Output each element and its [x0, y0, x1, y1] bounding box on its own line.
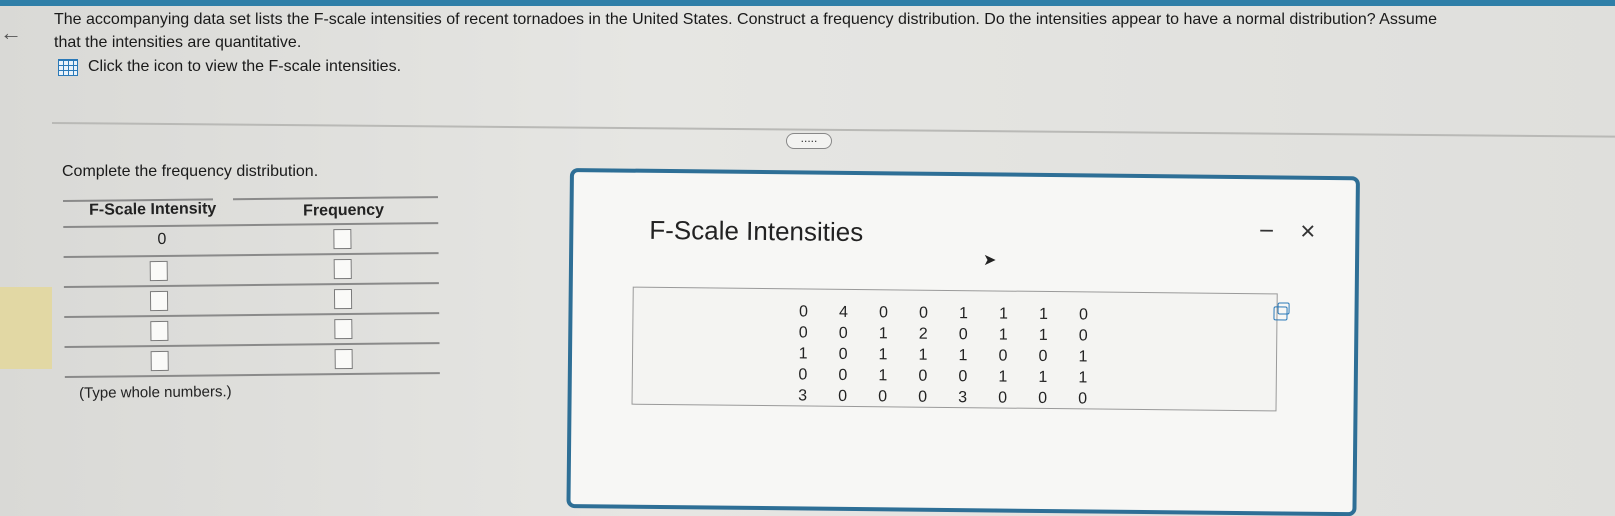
data-value: 0	[1078, 327, 1088, 345]
frequency-input-2[interactable]	[333, 258, 352, 280]
data-value: 0	[958, 326, 968, 344]
data-value: 0	[838, 345, 848, 363]
window-controls: − ×	[1259, 215, 1316, 247]
frequency-input-3[interactable]	[333, 288, 353, 310]
question-text: The accompanying data set lists the F-sc…	[54, 8, 1615, 54]
data-value: 0	[1038, 347, 1048, 366]
data-column: 1 1 0 1 0	[1023, 304, 1064, 409]
intensity-input-2[interactable]	[149, 260, 168, 282]
data-value: 0	[1078, 306, 1089, 324]
data-value: 3	[958, 389, 968, 407]
question-line-2: that the intensities are quantitative.	[54, 34, 302, 51]
data-value: 0	[878, 304, 889, 322]
data-column: 0 1 1 1 0	[863, 302, 904, 407]
data-value: 0	[798, 366, 808, 384]
more-button[interactable]: .....	[786, 132, 832, 149]
data-popup-window: F-Scale Intensities − × 0010340000011100…	[566, 168, 1360, 516]
section-divider	[51, 122, 1615, 138]
grid-table-icon[interactable]	[58, 58, 78, 76]
data-value: 0	[838, 366, 848, 384]
row-label-0: 0	[157, 230, 167, 249]
data-value: 0	[918, 304, 929, 322]
data-value: 0	[918, 367, 928, 385]
side-marker	[0, 287, 52, 369]
data-value: 1	[998, 305, 1009, 323]
data-value: 0	[1078, 390, 1088, 408]
data-value: 1	[998, 368, 1008, 386]
data-value: 1	[998, 326, 1008, 344]
data-value: 1	[878, 325, 888, 343]
data-columns: 0 0 1 0 3 4 0 0 0 0 0 1 1 1 0 0 2 1 0 0 1 0 1 0 3 1 1 0 1 0 1 1 0 1 0 0 0 1 1 0	[783, 301, 1104, 409]
question-line-1: The accompanying data set lists the F-sc…	[54, 11, 1437, 28]
row-rule-1	[63, 252, 439, 258]
view-data-label[interactable]: Click the icon to view the F-scale inten…	[88, 58, 401, 76]
data-column: 1 0 1 0 3	[943, 303, 984, 408]
instruction-text: Complete the frequency distribution.	[62, 163, 319, 180]
frequency-input-4[interactable]	[334, 318, 353, 340]
data-value: 1	[878, 346, 888, 364]
type-whole-numbers-note: (Type whole numbers.)	[78, 383, 232, 402]
data-column: 0 0 1 1 0	[1063, 304, 1104, 409]
mouse-cursor-icon: ➤	[983, 252, 997, 269]
table-header-rule	[63, 222, 439, 228]
data-column: 1 1 0 1 0	[983, 303, 1024, 408]
data-value: 0	[838, 324, 848, 342]
row-rule-2	[63, 282, 439, 288]
row-rule-3	[64, 312, 440, 318]
intensity-input-3[interactable]	[149, 290, 169, 312]
frequency-input-5[interactable]	[334, 348, 353, 370]
table-top-rule-right	[232, 196, 439, 201]
data-value: 1	[1078, 348, 1088, 366]
data-value: 4	[838, 303, 849, 321]
view-data-link[interactable]: Click the icon to view the F-scale inten…	[58, 58, 401, 76]
data-value: 0	[998, 389, 1008, 407]
data-value: 0	[918, 388, 928, 406]
back-arrow-icon[interactable]: ←	[0, 20, 22, 46]
table-bottom-rule	[64, 372, 440, 378]
data-value: 0	[798, 324, 808, 342]
data-column: 0 0 1 0 3	[783, 301, 824, 406]
data-value: 1	[1078, 369, 1088, 387]
data-value: 1	[1038, 326, 1048, 345]
copy-icon[interactable]	[1273, 306, 1288, 321]
data-value: 0	[958, 368, 968, 386]
header-frequency: Frequency	[303, 201, 385, 220]
data-value: 1	[918, 346, 928, 364]
data-value: 0	[878, 388, 888, 406]
frequency-input-1[interactable]	[333, 228, 352, 250]
data-value: 1	[1038, 368, 1048, 387]
row-rule-4	[64, 342, 440, 348]
intensity-input-4[interactable]	[150, 320, 169, 342]
data-value: 0	[798, 303, 809, 321]
data-value: 1	[958, 305, 969, 323]
data-value: 0	[838, 387, 848, 405]
data-value: 1	[798, 345, 808, 363]
minimize-icon[interactable]: −	[1259, 215, 1275, 246]
intensity-input-5[interactable]	[150, 350, 169, 372]
data-value: 2	[918, 325, 928, 343]
close-icon[interactable]: ×	[1300, 216, 1316, 247]
data-value: 0	[1038, 389, 1048, 408]
data-value: 3	[798, 387, 808, 405]
top-bar	[0, 0, 1615, 6]
data-column: 4 0 0 0 0	[823, 302, 864, 407]
data-value: 1	[1038, 305, 1049, 324]
data-value: 1	[958, 347, 968, 365]
data-value: 1	[878, 367, 888, 385]
header-intensity: F-Scale Intensity	[89, 200, 217, 219]
frequency-table: F-Scale Intensity Frequency 0 (Type whol…	[63, 196, 447, 402]
popup-title: F-Scale Intensities	[649, 214, 864, 248]
data-values-box: 0 0 1 0 3 4 0 0 0 0 0 1 1 1 0 0 2 1 0 0 1 0 1 0 3 1 1 0 1 0 1 1 0 1 0 0 0 1 1 0	[631, 286, 1288, 412]
data-value: 0	[998, 347, 1008, 365]
data-column: 0 2 1 0 0	[903, 303, 944, 408]
